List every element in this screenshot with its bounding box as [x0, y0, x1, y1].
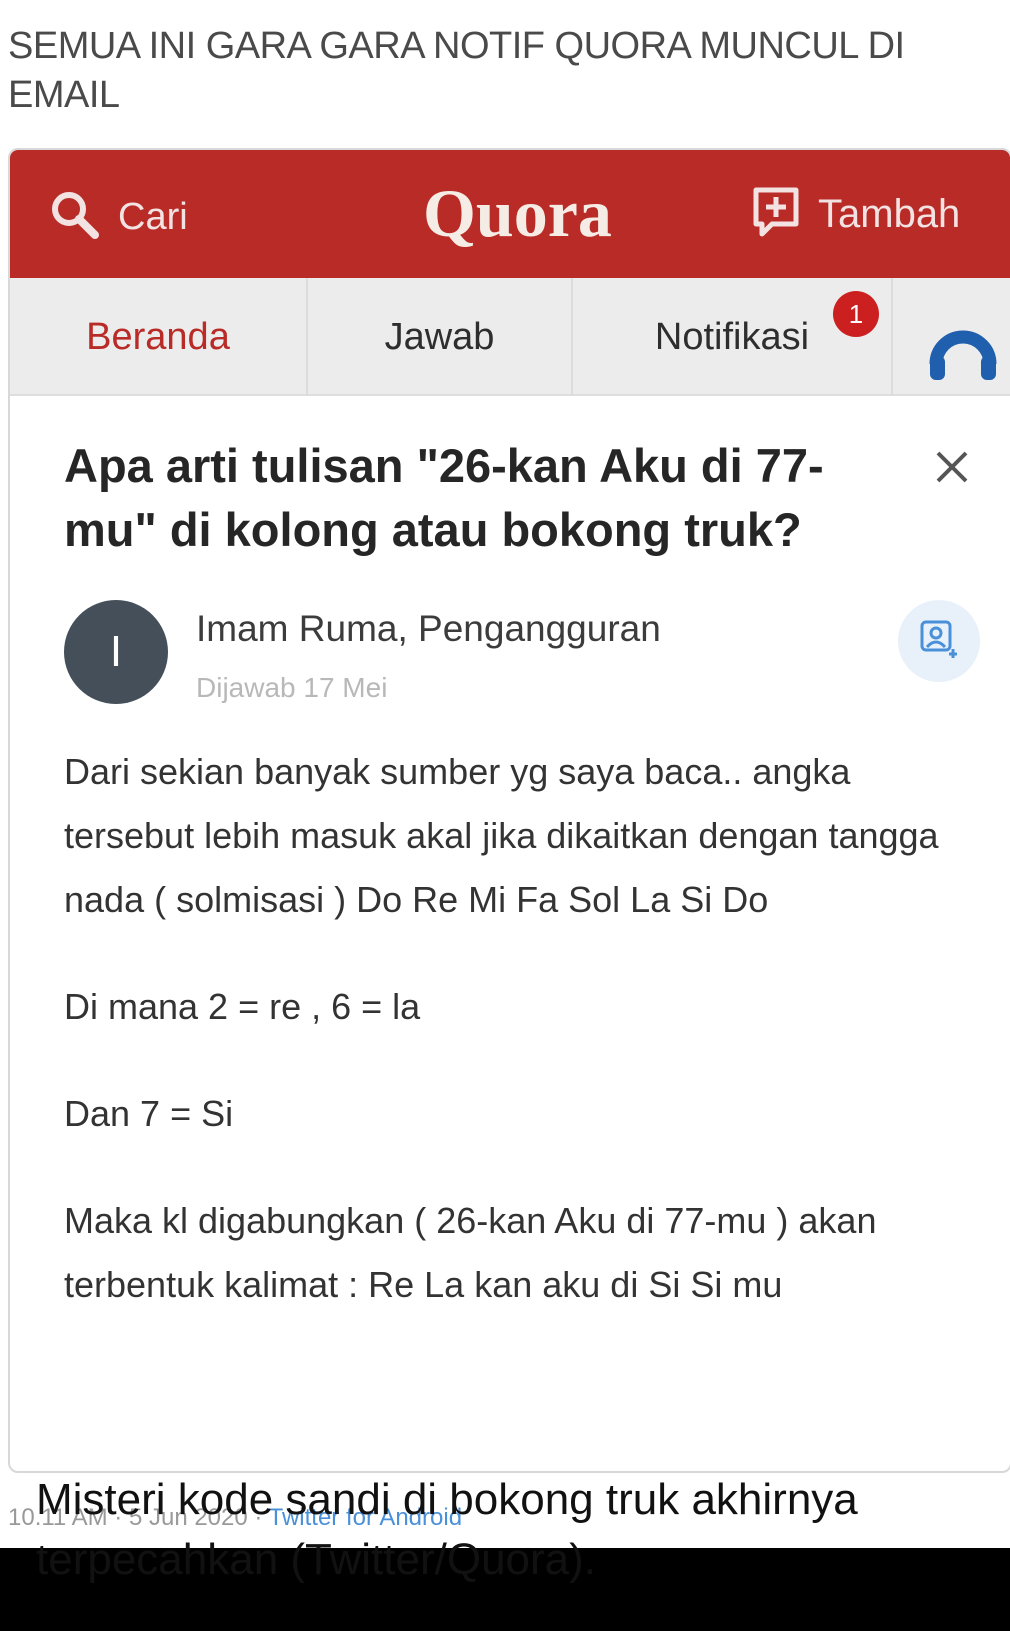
add-post-icon — [752, 186, 800, 243]
answer-paragraph: Dari sekian banyak sumber yg saya baca..… — [64, 751, 939, 920]
search-icon — [48, 188, 102, 247]
answer-paragraph: Di mana 2 = re , 6 = la — [64, 986, 421, 1027]
answer-paragraph: Maka kl digabungkan ( 26-kan Aku di 77-m… — [64, 1200, 877, 1305]
add-label: Tambah — [818, 192, 961, 236]
add-button[interactable]: Tambah — [752, 186, 960, 243]
follow-user-icon — [919, 619, 959, 664]
question-title[interactable]: Apa arti tulisan "26-kan Aku di 77-mu" d… — [64, 434, 904, 562]
profile-icon[interactable] — [928, 314, 998, 389]
answer-body: Dari sekian banyak sumber yg saya baca..… — [64, 740, 954, 1360]
answer-paragraph: Dan 7 = Si — [64, 1093, 234, 1134]
tweet-text: SEMUA INI GARA GARA NOTIF QUORA MUNCUL D… — [8, 25, 905, 116]
close-icon[interactable] — [935, 450, 969, 489]
quora-screenshot: Cari Quora Tambah Beranda Jawab Notifika… — [8, 148, 1010, 1473]
author-name[interactable]: Imam Ruma, Pengangguran — [196, 608, 661, 650]
tab-answer[interactable]: Jawab — [308, 278, 573, 396]
avatar[interactable]: I — [64, 600, 168, 704]
quora-logo[interactable]: Quora — [423, 174, 612, 253]
notification-badge: 1 — [833, 291, 879, 337]
quora-header: Cari Quora Tambah — [10, 150, 1010, 278]
search-button[interactable]: Cari — [48, 188, 188, 247]
answered-date: Dijawab 17 Mei — [196, 672, 388, 703]
follow-button[interactable] — [898, 600, 980, 682]
image-caption: Misteri kode sandi di bokong truk akhirn… — [36, 1475, 858, 1584]
tab-home[interactable]: Beranda — [10, 278, 308, 396]
search-label: Cari — [118, 196, 188, 238]
